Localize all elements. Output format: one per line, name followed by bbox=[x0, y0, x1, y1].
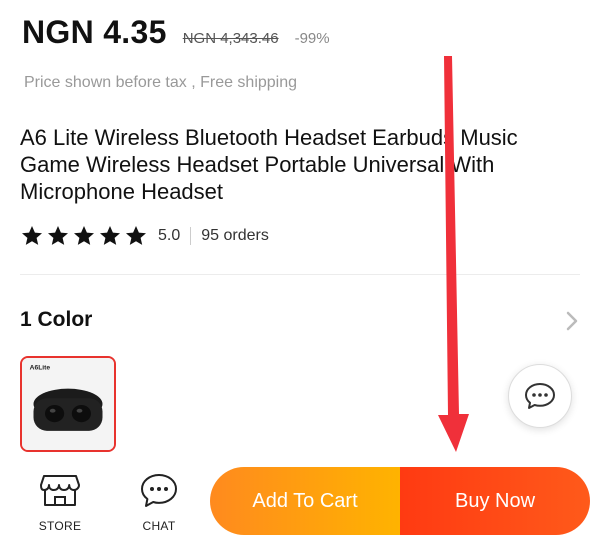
product-title: A6 Lite Wireless Bluetooth Headset Earbu… bbox=[20, 125, 518, 204]
rating-divider bbox=[190, 227, 192, 245]
earbuds-image: A6Lite bbox=[22, 358, 114, 450]
rating-row: 5.0 95 orders bbox=[20, 224, 269, 248]
chat-button[interactable]: CHAT bbox=[124, 471, 194, 533]
star-rating bbox=[20, 224, 148, 248]
purchase-buttons: Add To Cart Buy Now bbox=[210, 467, 590, 535]
original-price: NGN 4,343.46 bbox=[182, 30, 279, 47]
floating-chat-button[interactable] bbox=[508, 364, 572, 428]
price-row: NGN 4.35 NGN 4,343.46 -99% bbox=[22, 14, 330, 51]
star-icon bbox=[100, 226, 120, 245]
star-icon bbox=[48, 226, 68, 245]
star-icon bbox=[22, 226, 42, 245]
rating-value: 5.0 bbox=[158, 227, 181, 244]
thumb-label: A6Lite bbox=[30, 365, 51, 372]
chat-bubble-icon bbox=[525, 383, 555, 409]
star-icon bbox=[126, 226, 146, 245]
add-to-cart-button[interactable]: Add To Cart bbox=[210, 467, 400, 535]
store-icon bbox=[40, 475, 80, 506]
color-variant-thumbnail[interactable]: A6Lite bbox=[20, 356, 116, 452]
buy-now-button[interactable]: Buy Now bbox=[400, 467, 590, 535]
bottom-action-bar: STORE CHAT Add To Cart Buy Now bbox=[0, 455, 600, 550]
store-button[interactable]: STORE bbox=[25, 471, 95, 533]
section-divider bbox=[20, 274, 580, 275]
tax-shipping-note: Price shown before tax , Free shipping bbox=[24, 74, 298, 91]
discount-badge: -99% bbox=[294, 30, 330, 47]
chevron-right-icon[interactable] bbox=[560, 308, 584, 334]
store-label: STORE bbox=[38, 519, 82, 533]
color-section-heading[interactable]: 1 Color bbox=[20, 308, 92, 332]
order-count[interactable]: 95 orders bbox=[201, 227, 269, 245]
current-price: NGN 4.35 bbox=[22, 14, 167, 50]
chat-icon bbox=[141, 474, 177, 507]
star-icon bbox=[74, 226, 94, 245]
chat-label: CHAT bbox=[142, 519, 176, 533]
